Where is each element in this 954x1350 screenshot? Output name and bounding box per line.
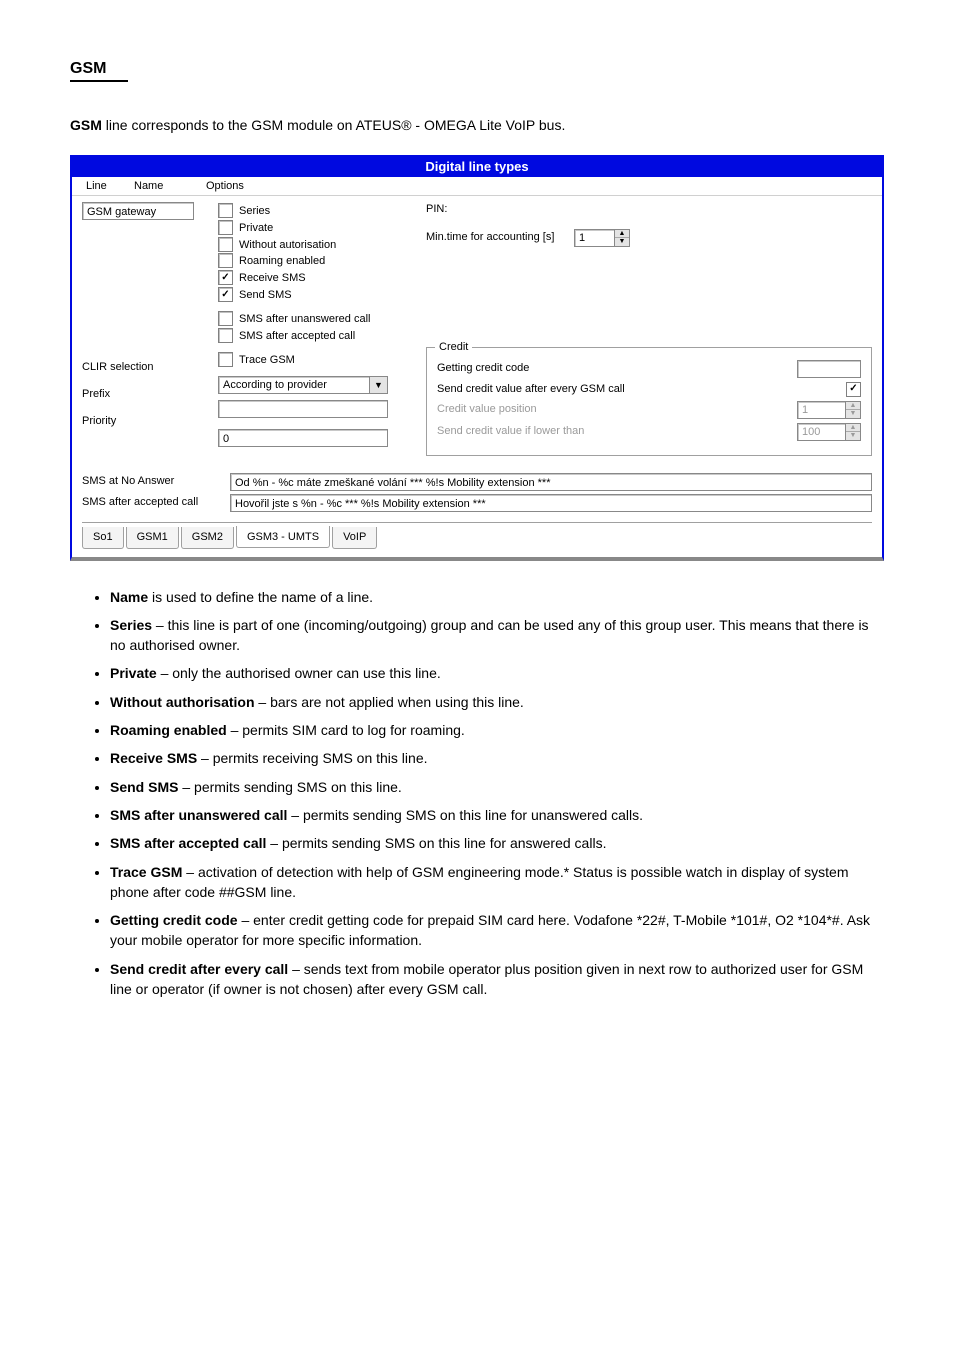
list-item: Name is used to define the name of a lin… — [110, 587, 884, 607]
checkbox-icon — [218, 237, 233, 252]
list-item: Roaming enabled – permits SIM card to lo… — [110, 720, 884, 740]
clir-select[interactable]: According to provider ▼ — [218, 376, 388, 394]
send-credit-every-label: Send credit value after every GSM call — [437, 382, 625, 397]
heading-underline — [70, 80, 128, 82]
sms-noanswer-label: SMS at No Answer — [82, 474, 230, 489]
tab-voip[interactable]: VoIP — [332, 527, 377, 549]
column-header-line: Line — [86, 180, 134, 192]
list-item: Receive SMS – permits receiving SMS on t… — [110, 748, 884, 768]
send-credit-lower-label: Send credit value if lower than — [437, 424, 584, 439]
checkbox-icon — [218, 287, 233, 302]
chevron-up-icon: ▲ — [846, 424, 860, 433]
tab-gsm1[interactable]: GSM1 — [126, 527, 179, 549]
roaming-checkbox[interactable]: Roaming enabled — [218, 253, 406, 269]
list-item: Trace GSM – activation of detection with… — [110, 862, 884, 903]
tabs: So1 GSM1 GSM2 GSM3 - UMTS VoIP — [82, 522, 872, 549]
pin-label: PIN: — [426, 202, 447, 217]
credit-group: Credit Getting credit code Send credit v… — [426, 347, 872, 456]
checkbox-icon — [218, 220, 233, 235]
column-header-options: Options — [206, 180, 244, 192]
checkbox-icon — [218, 203, 233, 218]
column-header-name: Name — [134, 180, 206, 192]
trace-gsm-checkbox[interactable]: Trace GSM — [218, 352, 406, 368]
prefix-input[interactable] — [218, 400, 388, 418]
checkbox-icon — [218, 311, 233, 326]
private-checkbox[interactable]: Private — [218, 220, 406, 236]
tab-gsm3-umts[interactable]: GSM3 - UMTS — [236, 526, 330, 548]
list-item: Series – this line is part of one (incom… — [110, 615, 884, 656]
receive-sms-checkbox[interactable]: Receive SMS — [218, 270, 406, 286]
credit-value-position-label: Credit value position — [437, 402, 537, 417]
priority-input[interactable]: 0 — [218, 429, 388, 447]
chevron-up-icon: ▲ — [615, 230, 629, 239]
send-credit-every-checkbox[interactable]: ✓ — [846, 382, 861, 397]
bullet-list: Name is used to define the name of a lin… — [70, 587, 884, 1000]
getting-credit-code-label: Getting credit code — [437, 361, 529, 376]
sms-accepted-input[interactable]: Hovořil jste s %n - %c *** %!s Mobility … — [230, 494, 872, 512]
list-item: Send credit after every call – sends tex… — [110, 959, 884, 1000]
list-item: Getting credit code – enter credit getti… — [110, 910, 884, 951]
sms-noanswer-input[interactable]: Od %n - %c máte zmeškané volání *** %!s … — [230, 473, 872, 491]
mintime-stepper[interactable]: 1 ▲▼ — [574, 229, 630, 247]
tab-gsm2[interactable]: GSM2 — [181, 527, 234, 549]
line-name-input[interactable]: GSM gateway — [82, 202, 194, 220]
chevron-down-icon: ▼ — [369, 377, 387, 393]
mintime-label: Min.time for accounting [s] — [426, 230, 566, 245]
checkbox-icon — [218, 352, 233, 367]
prefix-label: Prefix — [82, 387, 110, 402]
chevron-down-icon: ▼ — [615, 238, 629, 246]
chevron-up-icon: ▲ — [846, 402, 860, 411]
getting-credit-code-input[interactable] — [797, 360, 861, 378]
sms-after-unanswered-checkbox[interactable]: SMS after unanswered call — [218, 311, 406, 327]
clir-label: CLIR selection — [82, 360, 154, 375]
checkbox-icon — [218, 270, 233, 285]
credit-value-position-stepper[interactable]: 1 ▲▼ — [797, 401, 861, 419]
window-title: Digital line types — [72, 157, 882, 177]
checkbox-icon — [218, 328, 233, 343]
checkbox-icon — [218, 253, 233, 268]
list-item: Private – only the authorised owner can … — [110, 663, 884, 683]
send-credit-lower-stepper[interactable]: 100 ▲▼ — [797, 423, 861, 441]
priority-label: Priority — [82, 414, 116, 429]
chevron-down-icon: ▼ — [846, 410, 860, 418]
credit-legend: Credit — [435, 340, 472, 355]
intro-text: GSM line corresponds to the GSM module o… — [70, 116, 884, 135]
list-item: Without authorisation – bars are not app… — [110, 692, 884, 712]
series-checkbox[interactable]: Series — [218, 203, 406, 219]
without-auth-checkbox[interactable]: Without autorisation — [218, 237, 406, 253]
section-heading: GSM — [70, 60, 884, 78]
column-headers: Line Name Options — [72, 177, 882, 196]
list-item: SMS after accepted call – permits sendin… — [110, 833, 884, 853]
chevron-down-icon: ▼ — [846, 432, 860, 440]
list-item: SMS after unanswered call – permits send… — [110, 805, 884, 825]
send-sms-checkbox[interactable]: Send SMS — [218, 287, 406, 303]
tab-so1[interactable]: So1 — [82, 527, 124, 549]
sms-after-accepted-checkbox[interactable]: SMS after accepted call — [218, 328, 406, 344]
list-item: Send SMS – permits sending SMS on this l… — [110, 777, 884, 797]
digital-line-types-window: Digital line types Line Name Options GSM… — [70, 155, 884, 561]
sms-accepted-label: SMS after accepted call — [82, 495, 230, 510]
